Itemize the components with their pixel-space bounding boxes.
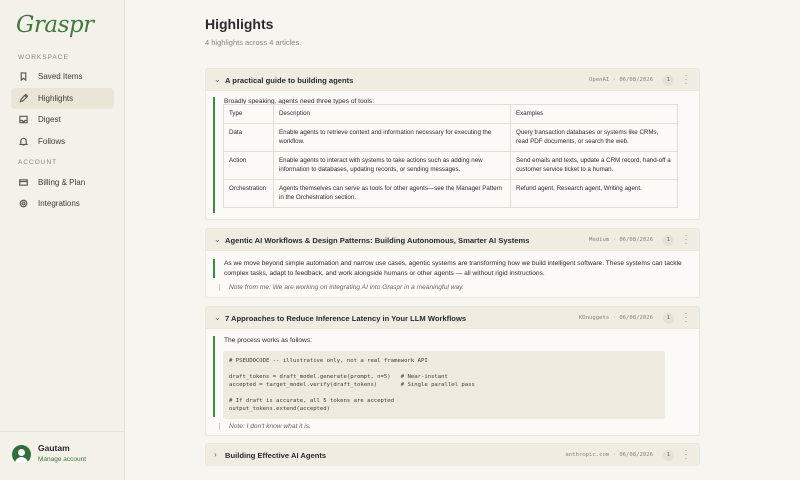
app-logo[interactable]: Graspr xyxy=(16,12,94,38)
article-title[interactable]: Building Effective AI Agents xyxy=(225,451,326,460)
card-header[interactable]: › Building Effective AI Agents anthropic… xyxy=(206,444,699,466)
workspace-section-label: WORKSPACE xyxy=(18,54,69,61)
more-options-icon[interactable]: · · · xyxy=(683,310,689,326)
manage-account-link[interactable]: Manage account xyxy=(38,456,86,463)
highlight-note: Note from me: We are working on integrat… xyxy=(219,284,464,291)
table-cell: Refund agent, Research agent, Writing ag… xyxy=(510,178,678,208)
chevron-down-icon[interactable]: ⌄ xyxy=(214,313,221,322)
table-cell: Send emails and texts, update a CRM reco… xyxy=(510,150,678,180)
table-cell: Agents themselves can serve as tools for… xyxy=(273,178,511,208)
card-header[interactable]: ⌄ A practical guide to building agents O… xyxy=(206,69,699,91)
sidebar: Graspr WORKSPACE Saved Items Highlights … xyxy=(0,0,125,480)
sidebar-item-billing[interactable]: Billing & Plan xyxy=(11,172,114,193)
sidebar-item-follows[interactable]: Follows xyxy=(11,131,114,152)
sidebar-item-label: Highlights xyxy=(38,94,74,103)
table-cell: Query transaction databases or systems l… xyxy=(510,122,678,152)
table-row: Action Enable agents to interact with sy… xyxy=(223,150,678,180)
sidebar-item-integrations[interactable]: Integrations xyxy=(11,193,114,214)
table-cell: Enable agents to retrieve context and in… xyxy=(273,122,511,152)
page-subtitle: 4 highlights across 4 articles. xyxy=(205,38,302,47)
avatar[interactable] xyxy=(12,445,31,464)
page-title: Highlights xyxy=(205,16,274,32)
table-cell: Enable agents to interact with systems t… xyxy=(273,150,511,180)
user-name: Gautam xyxy=(38,443,70,453)
table-cell: Orchestration xyxy=(223,178,274,208)
user-account-area: Gautam Manage account xyxy=(0,431,125,480)
credit-card-icon xyxy=(18,177,29,188)
table-header-cell: Description xyxy=(273,104,511,124)
card-header[interactable]: ⌄ Agentic AI Workflows & Design Patterns… xyxy=(206,229,699,251)
highlight-card: ⌄ A practical guide to building agents O… xyxy=(205,68,700,220)
code-block: # PSEUDOCODE -- illustrative only, not a… xyxy=(223,351,665,419)
table-cell: Data xyxy=(223,122,274,152)
bell-icon xyxy=(18,136,29,147)
sidebar-item-digest[interactable]: Digest xyxy=(11,109,114,130)
article-source: OpenAI · 06/08/2026 xyxy=(588,77,653,83)
highlight-count-badge: 1 xyxy=(663,313,674,324)
highlight-quote: As we move beyond simple automation and … xyxy=(213,259,683,278)
article-title[interactable]: A practical guide to building agents xyxy=(225,76,353,85)
card-header[interactable]: ⌄ 7 Approaches to Reduce Inference Laten… xyxy=(206,307,699,329)
sidebar-item-label: Integrations xyxy=(38,199,80,208)
sidebar-item-saved-items[interactable]: Saved Items xyxy=(11,66,114,87)
sidebar-item-label: Saved Items xyxy=(38,72,83,81)
article-source: anthropic.com · 06/08/2026 xyxy=(565,452,653,458)
highlight-count-badge: 1 xyxy=(663,75,674,86)
chevron-down-icon[interactable]: ⌄ xyxy=(214,235,221,244)
highlight-text: As we move beyond simple automation and … xyxy=(224,260,682,277)
table-header-row: Type Description Examples xyxy=(223,104,678,124)
tools-table: Type Description Examples Data Enable ag… xyxy=(223,104,678,208)
table-row: Data Enable agents to retrieve context a… xyxy=(223,122,678,152)
table-header-cell: Examples xyxy=(510,104,678,124)
highlight-note: Note: I don't know what it is. xyxy=(219,423,311,430)
article-title[interactable]: 7 Approaches to Reduce Inference Latency… xyxy=(225,314,466,323)
more-options-icon[interactable]: · · · xyxy=(683,232,689,248)
article-source: KDnuggets · 06/08/2026 xyxy=(578,315,653,321)
inbox-icon xyxy=(18,114,29,125)
article-source: Medium · 06/08/2026 xyxy=(588,237,653,243)
highlight-card: ⌄ Agentic AI Workflows & Design Patterns… xyxy=(205,228,700,298)
chevron-right-icon[interactable]: › xyxy=(214,450,217,459)
highlight-intro: The process works as follows: xyxy=(224,337,312,344)
highlight-count-badge: 1 xyxy=(663,235,674,246)
table-row: Orchestration Agents themselves can serv… xyxy=(223,178,678,208)
account-section-label: ACCOUNT xyxy=(18,159,58,166)
highlight-count-badge: 1 xyxy=(663,450,674,461)
more-options-icon[interactable]: · · · xyxy=(683,447,689,463)
highlight-card: › Building Effective AI Agents anthropic… xyxy=(205,443,700,466)
sidebar-item-label: Digest xyxy=(38,115,61,124)
pen-icon xyxy=(18,93,29,104)
sidebar-item-label: Billing & Plan xyxy=(38,178,86,187)
chevron-down-icon[interactable]: ⌄ xyxy=(214,75,221,84)
gear-icon xyxy=(18,198,29,209)
more-options-icon[interactable]: · · · xyxy=(683,72,689,88)
highlight-card: ⌄ 7 Approaches to Reduce Inference Laten… xyxy=(205,306,700,436)
table-cell: Action xyxy=(223,150,274,180)
sidebar-item-highlights[interactable]: Highlights xyxy=(11,88,114,109)
sidebar-item-label: Follows xyxy=(38,137,66,146)
table-header-cell: Type xyxy=(223,104,274,124)
bookmark-icon xyxy=(18,71,29,82)
article-title[interactable]: Agentic AI Workflows & Design Patterns: … xyxy=(225,236,530,245)
